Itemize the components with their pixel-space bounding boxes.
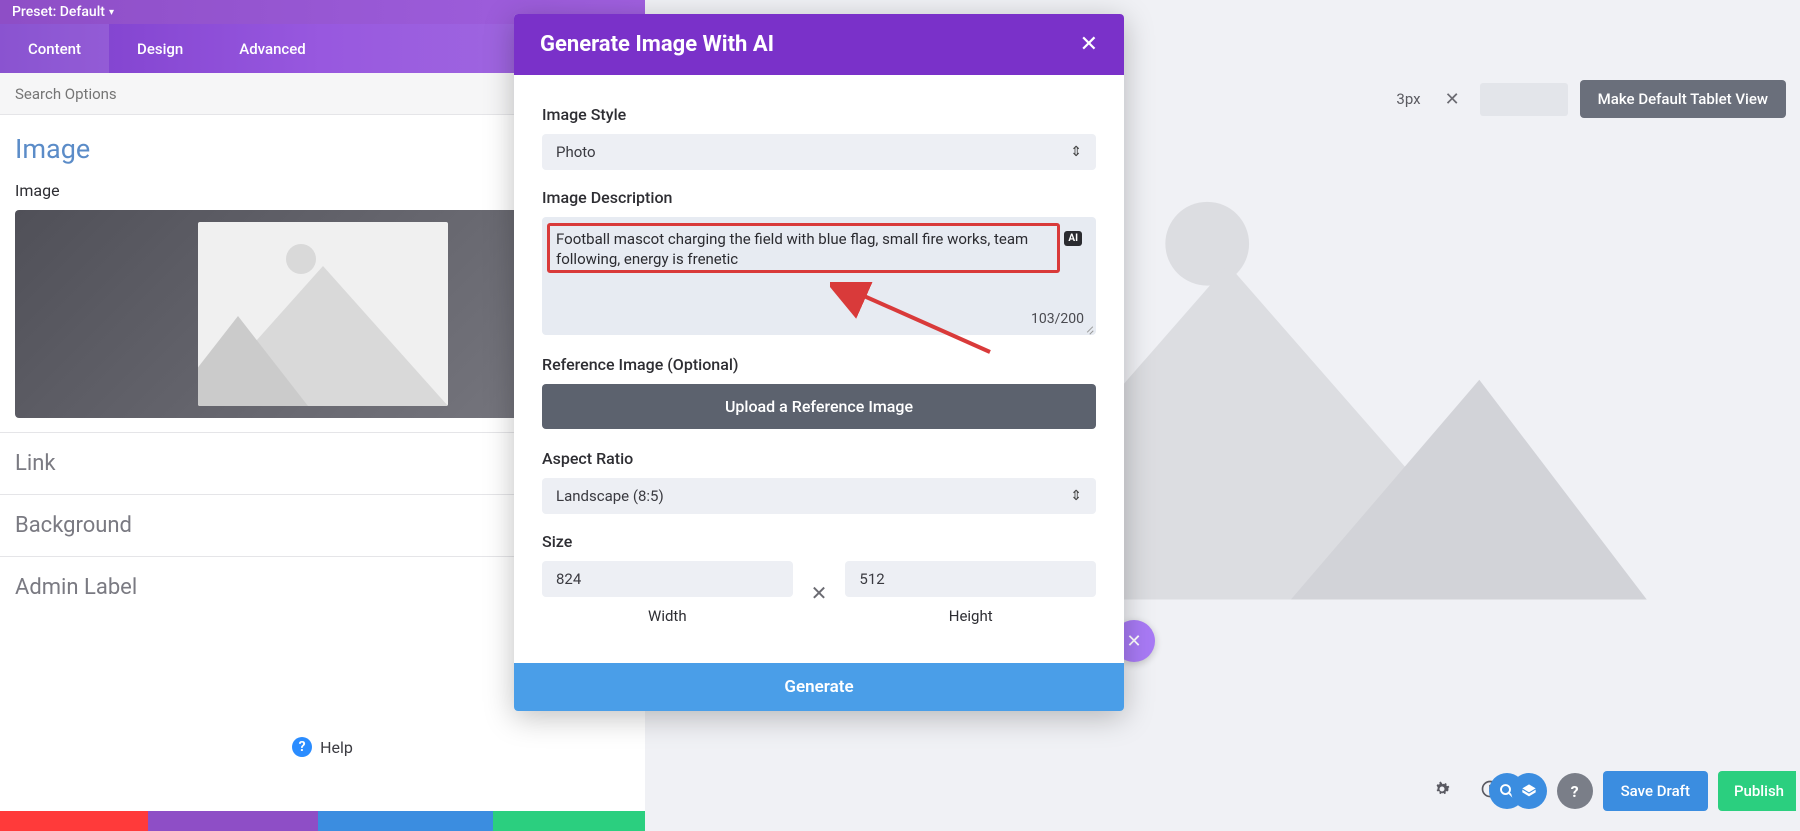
action-delete[interactable] — [0, 811, 148, 831]
tab-content-label: Content — [28, 40, 81, 58]
image-description-label: Image Description — [542, 188, 1096, 207]
height-input[interactable] — [845, 561, 1096, 597]
gear-icon[interactable] — [1430, 777, 1454, 801]
bottom-right-buttons: ? Save Draft Publish — [1489, 771, 1800, 811]
action-confirm[interactable] — [493, 811, 645, 831]
width-input[interactable] — [542, 561, 793, 597]
help-icon: ? — [292, 737, 312, 757]
image-description-field[interactable]: Football mascot charging the field with … — [542, 217, 1096, 335]
reference-image-label: Reference Image (Optional) — [542, 355, 1096, 374]
make-default-view-label: Make Default Tablet View — [1598, 90, 1768, 108]
close-icon[interactable]: ✕ — [1437, 89, 1468, 110]
module-action-bar — [0, 811, 645, 831]
modal-body: Image Style Photo ⇕ Image Description Fo… — [514, 75, 1124, 635]
layers-icon — [1521, 783, 1537, 799]
question-icon: ? — [1571, 782, 1579, 801]
tab-design-label: Design — [137, 40, 183, 58]
help-row[interactable]: ? Help — [0, 727, 645, 767]
save-draft-button[interactable]: Save Draft — [1603, 771, 1708, 811]
aspect-ratio-label: Aspect Ratio — [542, 449, 1096, 468]
upload-reference-button[interactable]: Upload a Reference Image — [542, 384, 1096, 429]
select-caret-icon: ⇕ — [1070, 144, 1082, 160]
viewport-px: 3px — [1392, 90, 1424, 108]
generate-label: Generate — [784, 677, 853, 697]
char-count: 103/200 — [1031, 311, 1084, 327]
image-style-value: Photo — [556, 143, 596, 161]
generate-button[interactable]: Generate — [514, 663, 1124, 711]
size-label: Size — [542, 532, 1096, 551]
tab-content[interactable]: Content — [0, 24, 109, 73]
aspect-ratio-value: Landscape (8:5) — [556, 487, 664, 505]
modal-close-button[interactable]: ✕ — [1080, 32, 1098, 57]
width-sublabel: Width — [542, 607, 793, 625]
height-sublabel: Height — [845, 607, 1096, 625]
image-placeholder — [198, 222, 448, 406]
resize-handle-icon[interactable] — [1082, 321, 1094, 333]
help-label: Help — [320, 738, 353, 757]
size-row: Width ✕ Height — [542, 561, 1096, 625]
modal-header: Generate Image With AI ✕ — [514, 14, 1124, 75]
preset-label: Preset: Default — [12, 4, 105, 20]
save-draft-label: Save Draft — [1621, 782, 1690, 800]
tab-advanced[interactable]: Advanced — [211, 24, 333, 73]
image-style-select[interactable]: Photo ⇕ — [542, 134, 1096, 170]
upload-reference-label: Upload a Reference Image — [725, 397, 913, 416]
tab-design[interactable]: Design — [109, 24, 211, 73]
publish-label: Publish — [1734, 782, 1784, 800]
ai-badge[interactable]: AI — [1064, 231, 1082, 246]
image-description-text: Football mascot charging the field with … — [556, 229, 1082, 270]
viewport-size-input[interactable] — [1480, 83, 1568, 116]
caret-down-icon: ▾ — [109, 7, 114, 18]
publish-button[interactable]: Publish — [1718, 771, 1796, 811]
modal-title: Generate Image With AI — [540, 32, 774, 57]
multiply-icon: ✕ — [811, 581, 828, 605]
select-caret-icon: ⇕ — [1070, 488, 1082, 504]
aspect-ratio-select[interactable]: Landscape (8:5) ⇕ — [542, 478, 1096, 514]
generate-image-modal: Generate Image With AI ✕ Image Style Pho… — [514, 14, 1124, 711]
close-icon: ✕ — [1126, 631, 1141, 652]
help-button[interactable]: ? — [1557, 773, 1593, 809]
action-reset[interactable] — [148, 811, 318, 831]
action-save[interactable] — [318, 811, 493, 831]
make-default-view-button[interactable]: Make Default Tablet View — [1580, 80, 1786, 118]
tab-advanced-label: Advanced — [239, 40, 305, 58]
layers-button[interactable] — [1511, 773, 1547, 809]
top-right-toolbar: 3px ✕ Make Default Tablet View — [1392, 80, 1800, 118]
image-style-label: Image Style — [542, 105, 1096, 124]
